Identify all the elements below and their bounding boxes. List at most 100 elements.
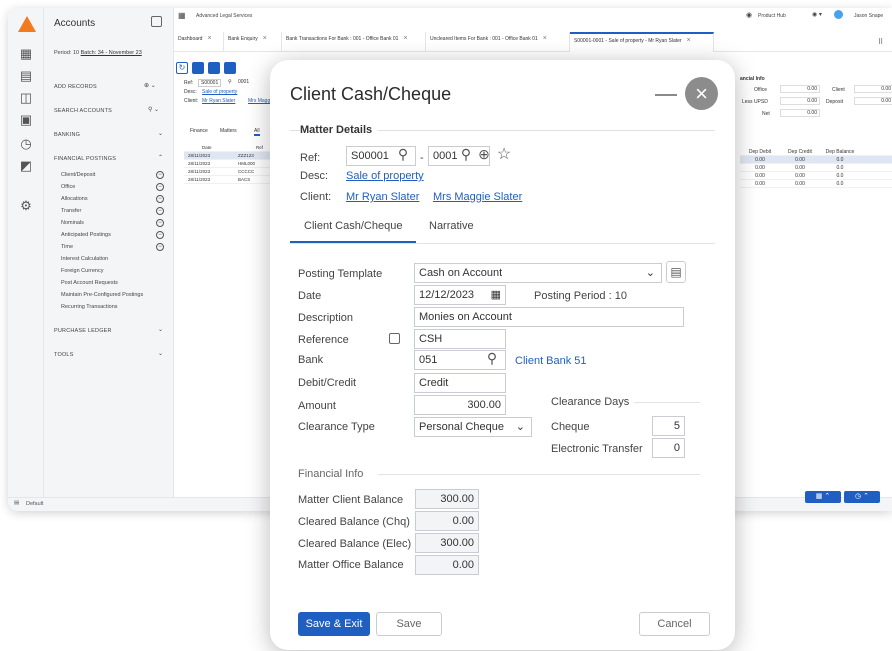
search-icon[interactable]: ⚲ (228, 79, 232, 85)
tools-section[interactable]: TOOLS (54, 352, 74, 358)
search-icon[interactable]: ⚲ (394, 146, 412, 163)
batch-link[interactable]: Batch: 34 - November 23 (81, 50, 142, 56)
collapse-item-icon[interactable]: − (156, 231, 164, 239)
toolbar-action-icon[interactable] (224, 62, 236, 74)
sidebar-item-time[interactable]: Time (61, 244, 73, 250)
purchase-ledger-section[interactable]: PURCHASE LEDGER (54, 328, 112, 334)
table-row[interactable]: 0.00 0.00 0.0 (740, 164, 892, 172)
cheque-days-input[interactable]: 5 (652, 416, 685, 436)
add-records-section[interactable]: ADD RECORDS (54, 84, 97, 90)
save-button[interactable]: Save (376, 612, 442, 636)
search-icon[interactable]: ⚲ (458, 146, 474, 163)
sidebar-item-nominals[interactable]: Nominals (61, 220, 84, 226)
collapse-item-icon[interactable]: − (156, 183, 164, 191)
sidebar-item-preconfigured[interactable]: Maintain Pre-Configured Postings (61, 292, 143, 298)
toolbar-action-icon[interactable] (192, 62, 204, 74)
sidebar-item-interest[interactable]: Interest Calculation (61, 256, 108, 262)
table-row[interactable]: 0.00 0.00 0.0 (740, 180, 892, 188)
desc-link[interactable]: Sale of property (346, 170, 424, 182)
profile-icon[interactable]: ▤ (14, 500, 19, 506)
sidebar-item-foreign-currency[interactable]: Foreign Currency (61, 268, 104, 274)
template-document-icon[interactable]: ▤ (666, 261, 686, 283)
search-accounts-section[interactable]: SEARCH ACCOUNTS (54, 108, 112, 114)
product-hub-icon[interactable]: ◉ (746, 11, 752, 19)
more-icon[interactable]: ⠿ (878, 38, 883, 46)
client2-link[interactable]: Mrs Maggie Slater (433, 191, 522, 203)
close-icon[interactable]: × (685, 77, 718, 110)
bg-subtab-matters[interactable]: Matters (220, 128, 237, 134)
sidebar-item-office[interactable]: Office (61, 184, 75, 190)
tab-narrative[interactable]: Narrative (429, 220, 474, 232)
product-hub-link[interactable]: Product Hub (758, 13, 786, 19)
clock-icon[interactable]: ◷ (18, 136, 34, 152)
bg-desc-link[interactable]: Sale of property (202, 89, 237, 95)
calculator-icon[interactable]: ▣ (18, 112, 34, 128)
bg-subtab-all[interactable]: All (254, 128, 260, 136)
posting-template-select[interactable]: Cash on Account ⌄ (414, 263, 662, 283)
timer-toggle-button[interactable]: ◷ ⌃ (844, 491, 880, 503)
bg-subtab-finance[interactable]: Finance (190, 128, 208, 134)
close-icon[interactable]: × (403, 35, 407, 42)
close-icon[interactable]: × (687, 37, 691, 44)
tab-bank-transactions[interactable]: Bank Transactions For Bank : 001 - Offic… (282, 32, 426, 52)
electronic-days-input[interactable]: 0 (652, 438, 685, 458)
default-label[interactable]: Default (26, 501, 43, 507)
collapse-item-icon[interactable]: − (156, 207, 164, 215)
collapse-sidebar-icon[interactable] (151, 16, 162, 27)
calendar-icon[interactable]: ▦ (491, 286, 501, 304)
table-row[interactable]: 28/11/2023 HML000 (184, 160, 284, 168)
chevron-down-icon[interactable]: ⌄ (158, 350, 163, 357)
tab-dashboard[interactable]: Dashboard × (174, 32, 224, 52)
settings-icon[interactable]: ⚙ (18, 198, 34, 214)
date-input[interactable]: 12/12/2023 ▦ (414, 285, 506, 305)
table-row[interactable]: 28/11/2023 ZZZ123 (184, 152, 284, 160)
status-toggle-icon[interactable]: ◉ ▾ (812, 11, 822, 18)
grid-icon[interactable]: ▦ (18, 46, 34, 62)
tab-client-cash-cheque[interactable]: Client Cash/Cheque (304, 220, 402, 232)
banking-section[interactable]: BANKING (54, 132, 80, 138)
sidebar-item-allocations[interactable]: Allocations (61, 196, 88, 202)
sidebar-item-post-requests[interactable]: Post Account Requests (61, 280, 118, 286)
chart-icon[interactable]: ◩ (18, 158, 34, 174)
chevron-down-icon[interactable]: ⌄ (158, 130, 163, 137)
close-icon[interactable]: × (207, 35, 211, 42)
refresh-icon[interactable]: ↻ (176, 62, 188, 74)
briefcase-icon[interactable]: ◫ (18, 90, 34, 106)
clearance-type-select[interactable]: Personal Cheque ⌄ (414, 417, 532, 437)
save-exit-button[interactable]: Save & Exit (298, 612, 370, 636)
collapse-item-icon[interactable]: − (156, 171, 164, 179)
sidebar-item-recurring[interactable]: Recurring Transactions (61, 304, 118, 310)
chevron-down-icon[interactable]: ⌄ (158, 326, 163, 333)
user-name[interactable]: Jason Snape (854, 13, 883, 19)
grid-toggle-button[interactable]: ▦ ⌃ (805, 491, 841, 503)
close-icon[interactable]: × (543, 35, 547, 42)
tab-bank-enquiry[interactable]: Bank Enquiry × (224, 32, 282, 52)
tab-uncleared-items[interactable]: Uncleared Items For Bank : 001 - Office … (426, 32, 570, 52)
add-icon[interactable]: ⊕ ⌄ (144, 82, 156, 89)
close-icon[interactable]: × (263, 35, 267, 42)
sidebar-item-transfer[interactable]: Transfer (61, 208, 81, 214)
search-icon[interactable]: ⚲ ⌄ (148, 106, 159, 113)
bg-ref-value[interactable]: S00001 (198, 79, 222, 87)
document-icon[interactable]: ▤ (18, 68, 34, 84)
cancel-button[interactable]: Cancel (639, 612, 710, 636)
table-row[interactable]: 0.00 0.00 0.0 (740, 156, 892, 164)
reference-input[interactable]: CSH (414, 329, 506, 349)
description-input[interactable]: Monies on Account (414, 307, 684, 327)
chevron-up-icon[interactable]: ⌃ (158, 154, 163, 161)
search-icon[interactable]: ⚲ (483, 350, 501, 367)
table-row[interactable]: 0.00 0.00 0.0 (740, 172, 892, 180)
sidebar-item-anticipated[interactable]: Anticipated Postings (61, 232, 111, 238)
bg-client2-link[interactable]: Mrs Magg (248, 98, 270, 104)
bg-sub-value[interactable]: 0001 (238, 79, 249, 85)
bg-client1-link[interactable]: Mr Ryan Slater (202, 98, 235, 104)
debit-credit-input[interactable]: Credit (414, 373, 506, 393)
table-row[interactable]: 28/11/2023 BACS (184, 176, 284, 184)
reference-checkbox[interactable] (389, 333, 400, 344)
amount-input[interactable]: 300.00 (414, 395, 506, 415)
download-icon[interactable]: ⊕ (476, 146, 492, 163)
sidebar-item-client-deposit[interactable]: Client/Deposit (61, 172, 95, 178)
collapse-item-icon[interactable]: − (156, 195, 164, 203)
financial-postings-section[interactable]: FINANCIAL POSTINGS (54, 156, 116, 162)
star-icon[interactable]: ☆ (495, 144, 513, 164)
